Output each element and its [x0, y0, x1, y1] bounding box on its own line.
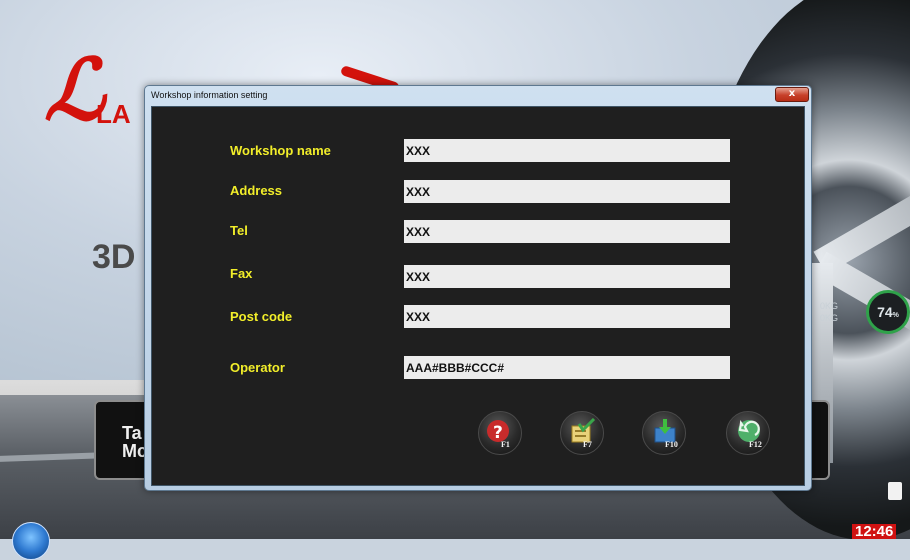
- operator-input[interactable]: [404, 356, 730, 379]
- dialog-content: Workshop name Address Tel Fax Post code …: [151, 106, 805, 486]
- post-code-input[interactable]: [404, 305, 730, 328]
- f1-key-label: F1: [501, 440, 510, 449]
- windows-start-icon[interactable]: [12, 522, 50, 560]
- taskbar-clock: 12:46: [852, 524, 896, 539]
- tel-input[interactable]: [404, 220, 730, 243]
- gauge-value: 74: [877, 304, 893, 320]
- f10-key-label: F10: [665, 440, 678, 449]
- f12-key-label: F12: [749, 440, 762, 449]
- percentage-gauge: 74%: [866, 290, 910, 334]
- workshop-name-input[interactable]: [404, 139, 730, 162]
- gauge-unit: %: [893, 312, 899, 319]
- post-code-label: Post code: [230, 309, 292, 324]
- close-button[interactable]: x: [775, 87, 809, 102]
- save-f10-button[interactable]: F10: [642, 411, 686, 455]
- weight-readout-line: 0KG: [820, 312, 838, 324]
- brand-logo-text: LA: [96, 99, 131, 130]
- close-icon: x: [776, 88, 808, 101]
- tel-label: Tel: [230, 223, 248, 238]
- help-f1-button[interactable]: ? F1: [478, 411, 522, 455]
- weight-readout-line: 0KG: [820, 300, 838, 312]
- fax-input[interactable]: [404, 265, 730, 288]
- workshop-info-dialog: Workshop information setting x Workshop …: [144, 85, 812, 491]
- back-f12-button[interactable]: F12: [726, 411, 770, 455]
- fax-label: Fax: [230, 266, 252, 281]
- operator-label: Operator: [230, 360, 285, 375]
- address-input[interactable]: [404, 180, 730, 203]
- edit-f7-button[interactable]: F7: [560, 411, 604, 455]
- dialog-title: Workshop information setting: [151, 90, 267, 100]
- app-headline: 3D: [92, 238, 135, 277]
- weight-readout: 0KG 0KG: [820, 300, 838, 324]
- address-label: Address: [230, 183, 282, 198]
- dialog-titlebar[interactable]: Workshop information setting x: [145, 86, 811, 106]
- workshop-name-label: Workshop name: [230, 143, 331, 158]
- f7-key-label: F7: [583, 440, 592, 449]
- usb-device-icon[interactable]: [888, 482, 902, 500]
